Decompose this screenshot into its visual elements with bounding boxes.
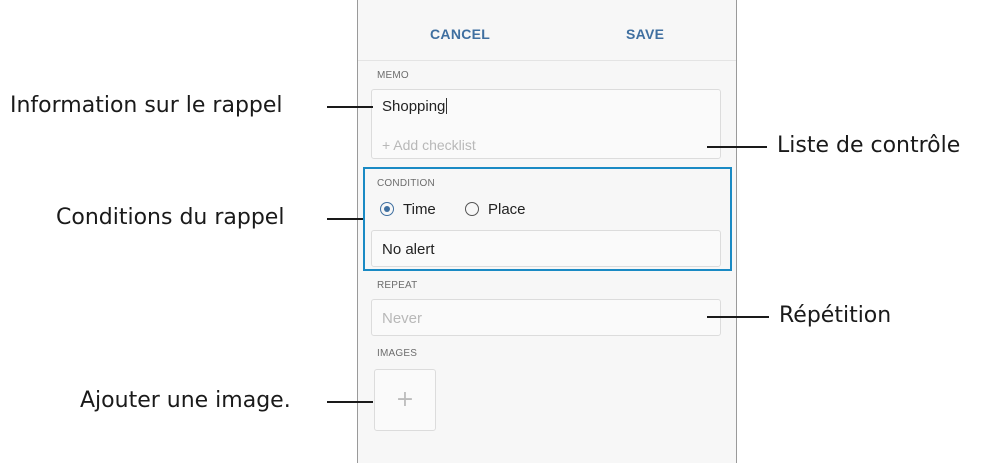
condition-label: CONDITION — [377, 178, 435, 189]
save-button[interactable]: SAVE — [626, 0, 664, 60]
reminder-edit-screen: CANCEL SAVE MEMO Shopping + Add checklis… — [357, 0, 737, 463]
add-checklist-button[interactable]: + Add checklist — [382, 137, 476, 153]
plus-icon: + — [395, 387, 415, 412]
repeat-value: Never — [382, 310, 423, 327]
radio-unchecked-icon — [465, 202, 479, 216]
repeat-field[interactable]: Never — [371, 299, 721, 336]
leader-line-conditions — [327, 218, 363, 220]
leader-line-add-image — [327, 401, 373, 403]
add-image-button[interactable]: + — [374, 369, 436, 431]
leader-line-repetition — [707, 316, 769, 318]
repeat-label: REPEAT — [377, 280, 418, 291]
alert-field[interactable]: No alert — [371, 230, 721, 267]
callout-add-image: Ajouter une image. — [80, 388, 291, 413]
callout-conditions: Conditions du rappel — [56, 205, 285, 230]
radio-time[interactable]: Time — [380, 199, 436, 219]
alert-value: No alert — [382, 241, 435, 258]
radio-place-label: Place — [488, 200, 526, 218]
action-bar: CANCEL SAVE — [358, 0, 736, 61]
callout-checklist: Liste de contrôle — [777, 133, 961, 158]
leader-line-checklist — [707, 146, 767, 148]
callout-reminder-info: Information sur le rappel — [10, 93, 283, 118]
images-label: IMAGES — [377, 348, 418, 359]
radio-time-label: Time — [403, 200, 436, 218]
callout-repetition: Répétition — [779, 303, 892, 328]
radio-checked-icon — [380, 202, 394, 216]
memo-label: MEMO — [377, 70, 409, 81]
cancel-button[interactable]: CANCEL — [430, 0, 490, 60]
radio-place[interactable]: Place — [465, 199, 526, 219]
memo-box: Shopping + Add checklist — [371, 89, 721, 159]
text-cursor — [446, 98, 448, 114]
memo-input[interactable]: Shopping — [382, 98, 448, 115]
leader-line-reminder-info — [327, 106, 373, 108]
